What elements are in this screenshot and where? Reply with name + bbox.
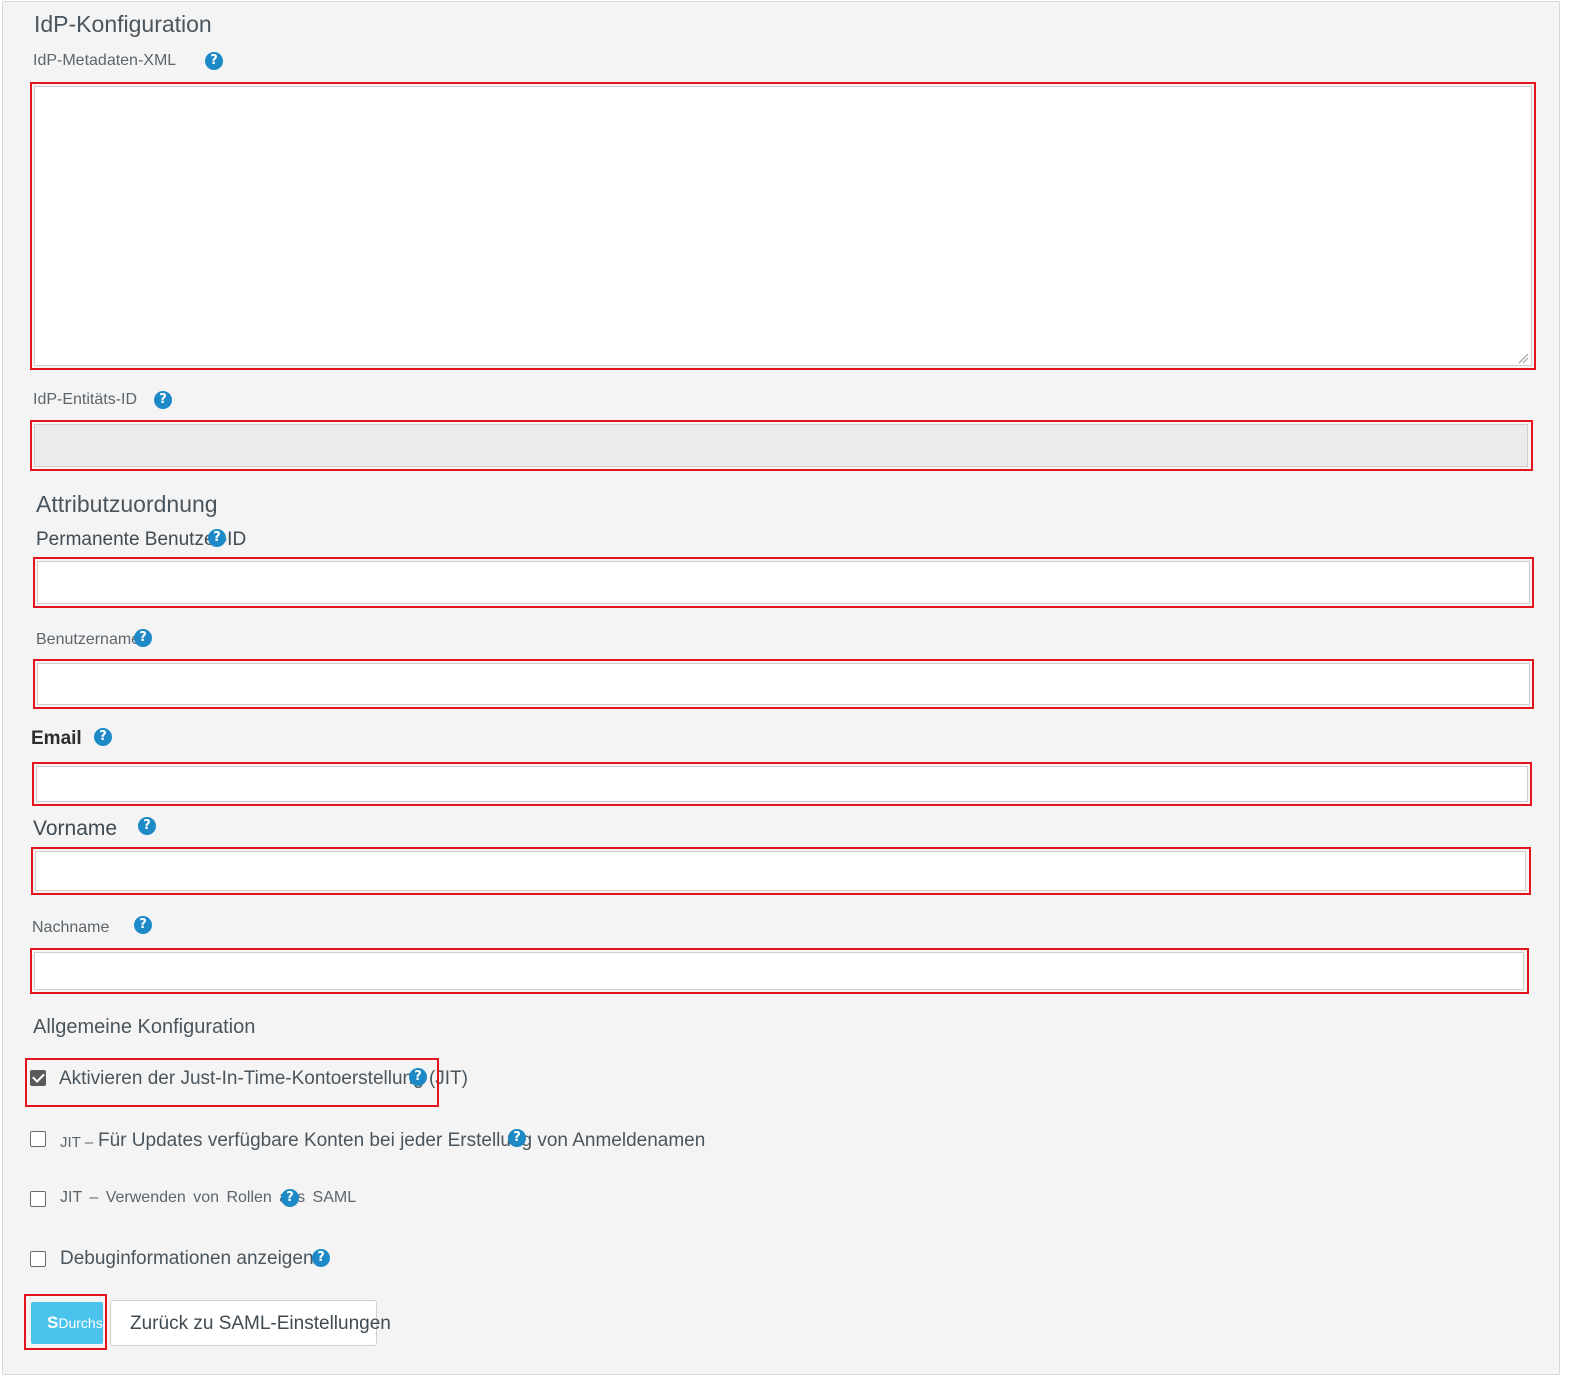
- help-icon[interactable]: ?: [508, 1129, 526, 1147]
- help-icon[interactable]: ?: [154, 391, 172, 409]
- section-title-attributes: Attributzuordnung: [36, 491, 218, 517]
- help-icon[interactable]: ?: [138, 817, 156, 835]
- label-firstname: Vorname: [33, 817, 118, 840]
- debug-info-checkbox[interactable]: [30, 1251, 46, 1267]
- highlight-frame: [30, 420, 1533, 471]
- highlight-frame: [30, 948, 1529, 994]
- help-icon[interactable]: ?: [281, 1189, 299, 1207]
- jit-update-accounts-label[interactable]: Für Updates verfügbare Konten bei jeder …: [98, 1130, 705, 1152]
- highlight-frame: [25, 1058, 439, 1107]
- jit-roles-saml-label[interactable]: JIT – Verwenden von Rollen aus SAML: [60, 1189, 356, 1207]
- label-idp-metadata: IdP-Metadaten-XML: [33, 52, 177, 69]
- highlight-frame: [30, 82, 1536, 370]
- help-icon[interactable]: ?: [94, 728, 112, 746]
- help-icon[interactable]: ?: [208, 529, 226, 547]
- help-icon[interactable]: ?: [134, 916, 152, 934]
- label-username: Benutzername: [36, 631, 141, 648]
- highlight-frame: [24, 1294, 107, 1350]
- help-icon[interactable]: ?: [205, 52, 223, 70]
- debug-info-label[interactable]: Debuginformationen anzeigen: [60, 1248, 314, 1270]
- highlight-frame: [31, 847, 1531, 895]
- help-icon[interactable]: ?: [134, 629, 152, 647]
- highlight-frame: [33, 557, 1534, 608]
- label-email: Email: [31, 728, 82, 749]
- highlight-frame: [32, 762, 1532, 806]
- highlight-frame: [33, 659, 1534, 709]
- jit-update-prefix: JIT –: [60, 1134, 94, 1151]
- jit-update-accounts-checkbox[interactable]: [30, 1131, 46, 1147]
- help-icon[interactable]: ?: [312, 1249, 330, 1267]
- section-title-idp: IdP-Konfiguration: [34, 11, 212, 37]
- back-to-saml-settings-button[interactable]: Zurück zu SAML-Einstellungen: [110, 1300, 391, 1346]
- label-idp-entity-id: IdP-Entitäts-ID: [33, 391, 138, 408]
- section-title-general: Allgemeine Konfiguration: [33, 1016, 256, 1038]
- label-lastname: Nachname: [32, 919, 110, 936]
- jit-roles-saml-checkbox[interactable]: [30, 1191, 46, 1207]
